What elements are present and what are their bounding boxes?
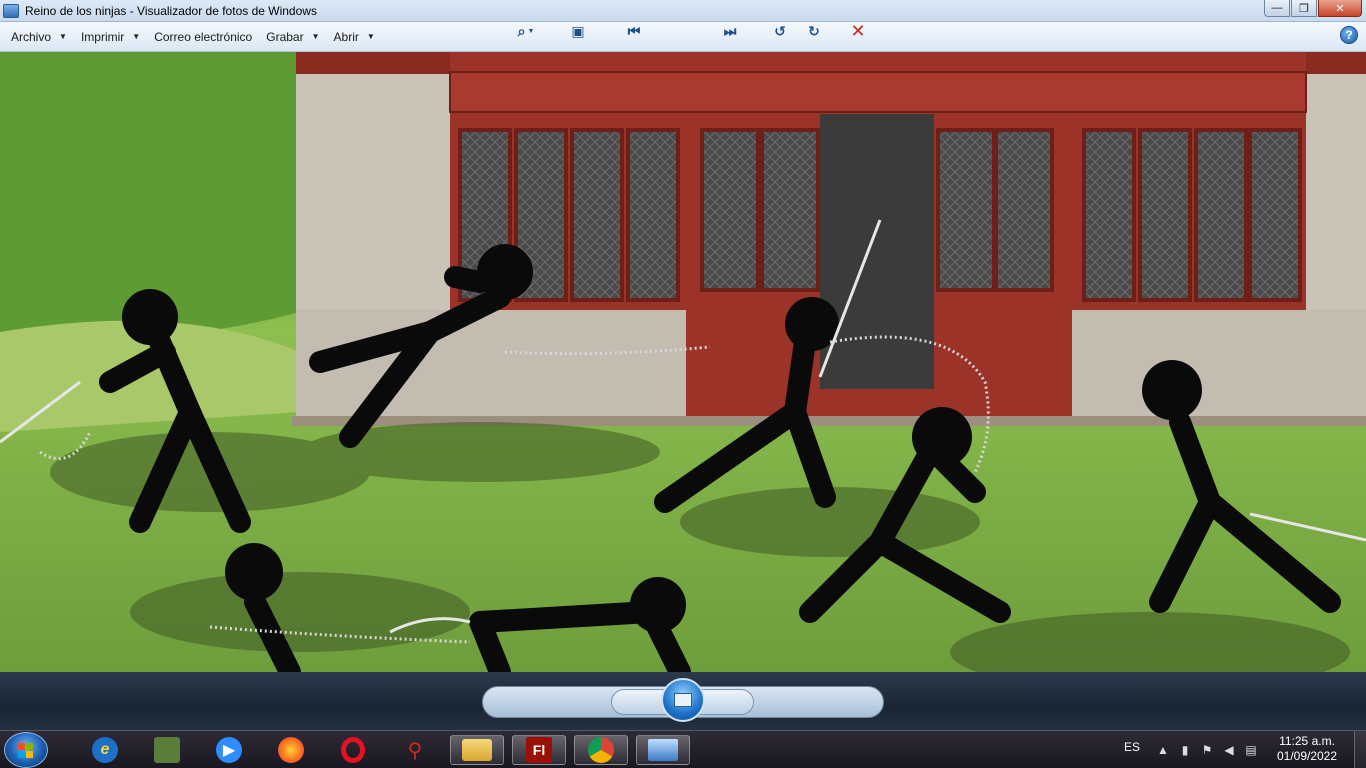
chrome-icon	[588, 737, 614, 763]
menu-archivo[interactable]: Archivo ▼	[4, 26, 74, 48]
help-button[interactable]: ?	[1340, 26, 1358, 44]
clock[interactable]: 11:25 a.m. 01/09/2022	[1274, 734, 1340, 764]
slideshow-button[interactable]	[661, 678, 705, 722]
maximize-button[interactable]: ❐	[1291, 0, 1317, 17]
taskbar-photo-viewer[interactable]	[636, 735, 690, 765]
start-button[interactable]	[4, 732, 48, 768]
taskbar-internet-explorer[interactable]: e	[78, 735, 132, 765]
photo-viewer-app-icon	[3, 3, 19, 18]
language-indicator[interactable]: ES	[1124, 740, 1140, 754]
menu-correo-label: Correo electrónico	[154, 29, 253, 44]
chevron-down-icon: ▼	[527, 27, 535, 35]
magnifier-icon: ⌕	[517, 22, 526, 39]
taskbar: e ▶ ⚲ Fl ES ▲ ▮ ⚑ ◀ ▤ 11:25 a.m. 01/09/2…	[0, 730, 1366, 768]
taskbar-file-explorer[interactable]	[450, 735, 504, 765]
menu-abrir[interactable]: Abrir ▼	[327, 26, 382, 48]
network-icon[interactable]: ▤	[1244, 743, 1258, 757]
rotate-ccw-icon: ↺	[774, 22, 786, 39]
internet-explorer-icon: e	[92, 737, 118, 763]
menu-correo[interactable]: Correo electrónico	[147, 26, 259, 48]
window-title: Reino de los ninjas - Visualizador de fo…	[25, 3, 317, 18]
rotate-counterclockwise-button[interactable]: ↺	[768, 20, 792, 42]
opera-icon	[341, 737, 365, 763]
delete-icon: ✕	[850, 20, 866, 41]
menu-imprimir-label: Imprimir	[80, 29, 125, 44]
flash-icon: Fl	[526, 737, 552, 763]
taskbar-minecraft[interactable]	[140, 735, 194, 765]
next-button[interactable]: ⏭	[718, 20, 742, 42]
actual-size-button[interactable]: ▣	[566, 20, 590, 42]
zoom-button[interactable]: ⌕ ▼	[508, 20, 544, 42]
menu-grabar-label: Grabar	[266, 29, 304, 44]
chevron-down-icon: ▼	[59, 32, 67, 41]
taskbar-flash[interactable]: Fl	[512, 735, 566, 765]
close-button[interactable]: ✕	[1318, 0, 1362, 17]
chevron-down-icon: ▼	[311, 32, 320, 41]
taskbar-chrome[interactable]	[574, 735, 628, 765]
system-tray: ES ▲ ▮ ⚑ ◀ ▤ 11:25 a.m. 01/09/2022	[1104, 731, 1366, 768]
menu-grabar[interactable]: Grabar ▼	[259, 26, 326, 48]
slideshow-icon	[674, 693, 692, 707]
rotate-cw-icon: ↻	[808, 22, 820, 39]
window-controls: — ❐ ✕	[1264, 0, 1362, 17]
ninja-scene-image	[0, 52, 1366, 672]
menu-imprimir[interactable]: Imprimir ▼	[74, 26, 147, 48]
show-desktop-button[interactable]	[1354, 731, 1366, 768]
taskbar-firefox[interactable]	[264, 735, 318, 765]
windows-logo-icon	[18, 743, 34, 759]
minecraft-icon	[154, 737, 180, 763]
chevron-down-icon: ▼	[132, 32, 141, 41]
menu-abrir-label: Abrir	[333, 29, 359, 44]
minimize-button[interactable]: —	[1264, 0, 1290, 17]
firefox-icon	[278, 737, 304, 763]
title-bar: Reino de los ninjas - Visualizador de fo…	[0, 0, 1366, 22]
photo-viewer-icon	[648, 739, 678, 761]
clock-time: 11:25 a.m.	[1279, 734, 1335, 748]
action-center-flag-icon[interactable]: ⚑	[1200, 743, 1214, 757]
delete-button[interactable]: ✕	[846, 20, 870, 42]
previous-icon: ⏮	[627, 22, 641, 39]
clock-date: 01/09/2022	[1276, 749, 1338, 763]
next-icon: ⏭	[723, 22, 737, 39]
previous-button[interactable]: ⏮	[622, 20, 646, 42]
device-icon[interactable]: ▮	[1178, 743, 1192, 757]
rotate-clockwise-button[interactable]: ↻	[802, 20, 826, 42]
taskbar-opera[interactable]	[326, 735, 380, 765]
menu-archivo-label: Archivo	[11, 29, 52, 44]
zoom-camera-icon: ▶	[216, 737, 242, 763]
stick-figure-icon: ⚲	[407, 739, 423, 762]
chevron-down-icon: ▼	[366, 32, 375, 41]
volume-icon[interactable]: ◀	[1222, 743, 1236, 757]
taskbar-zoom[interactable]: ▶	[202, 735, 256, 765]
show-hidden-icons-icon[interactable]: ▲	[1156, 743, 1170, 757]
menu-bar: Archivo ▼ Imprimir ▼ Correo electrónico …	[0, 22, 1366, 52]
fit-window-icon: ▣	[571, 22, 585, 39]
taskbar-stick-figure-app[interactable]: ⚲	[388, 735, 442, 765]
photo-display	[0, 52, 1366, 672]
folder-icon	[462, 739, 492, 761]
